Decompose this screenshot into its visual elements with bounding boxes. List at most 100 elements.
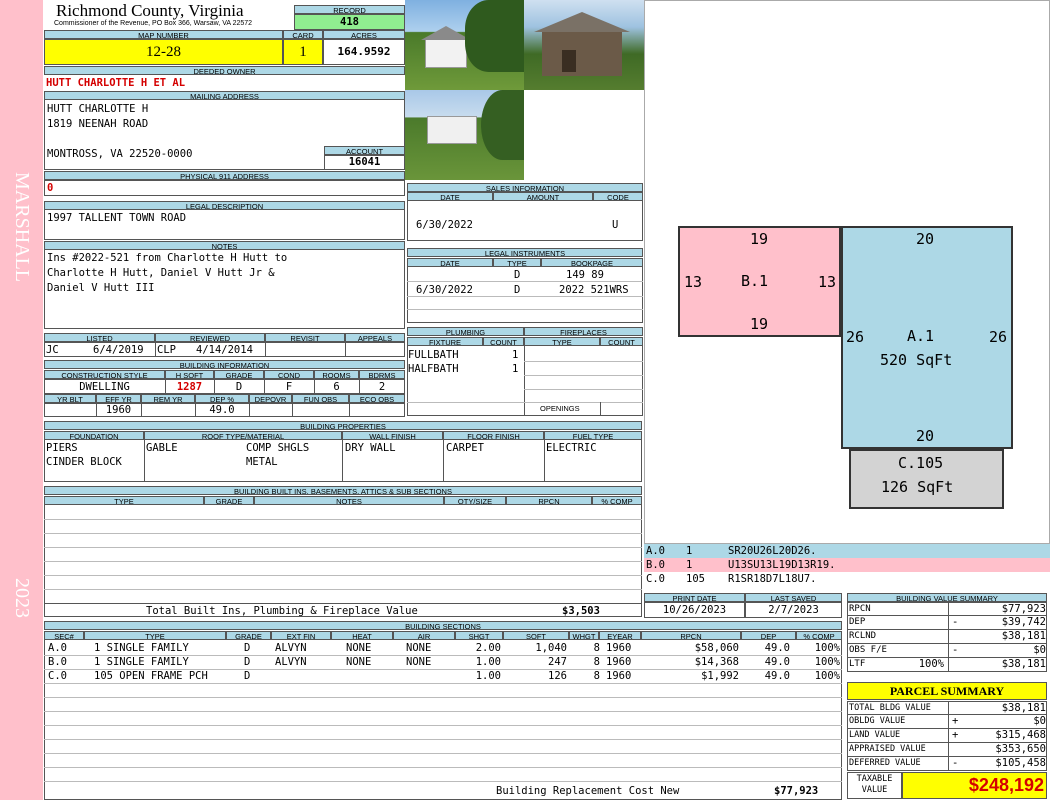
vs-value: $77,923 (1001, 603, 1046, 615)
plumb-count-header: COUNT (483, 337, 524, 346)
sketch-code-sec: B.0 (646, 559, 665, 571)
vs-value: $0 (1033, 644, 1046, 656)
builtins-total-value: $3,503 (562, 605, 600, 617)
sec-comp-header: % COMP (796, 631, 842, 640)
building-cond: F (285, 381, 293, 393)
county-title: Richmond County, Virginia (56, 1, 244, 20)
sales-date-header: DATE (407, 192, 493, 201)
parcel-label: OBLDG VALUE (849, 716, 906, 726)
last-saved-date: 2/7/2023 (745, 602, 842, 618)
instr-date-header: DATE (407, 258, 493, 267)
physical-911-header: PHYSICAL 911 ADDRESS (44, 171, 405, 180)
sketch-code-row-b: B.0 1 U13SU13L19D13R19. (644, 558, 1050, 572)
taxable-label-box: TAXABLE VALUE (847, 772, 902, 799)
sec-dep-header: DEP (741, 631, 796, 640)
roof-header: ROOF TYPE/MATERIAL (144, 431, 342, 440)
section-row: C.0 105 OPEN FRAME PCH D 1.00 126 8 1960… (44, 669, 842, 683)
parcel-row: LAND VALUE + $315,468 (847, 729, 1047, 743)
vs-value: $38,181 (1001, 658, 1046, 670)
account-header: ACCOUNT (324, 146, 405, 155)
parcel-value: $0 (1033, 715, 1046, 727)
plumb-fixture: HALFBATH (408, 363, 459, 375)
tax-year: 2023 (11, 578, 33, 618)
parcel-label: TOTAL BLDG VALUE (849, 703, 931, 713)
sec-whgt: 8 (593, 642, 600, 654)
fp-count-header: COUNT (600, 337, 643, 346)
value-summary-header: BUILDING VALUE SUMMARY (847, 593, 1047, 602)
rcn-value: $77,923 (774, 785, 819, 797)
sec-type: 1 SINGLE FAMILY (94, 642, 189, 654)
builtins-rpcn-header: RPCN (506, 496, 592, 505)
sec-header: SEC# (44, 631, 84, 640)
heated-sqft: 1287 (176, 381, 203, 393)
sketch-b-bottom: 19 (750, 315, 769, 333)
sketch-code-num: 1 (686, 559, 693, 571)
instr-book: 149 89 (566, 269, 604, 281)
taxable-value: $248,192 (902, 772, 1047, 799)
photo-blank (524, 90, 644, 180)
sec-sqft: 1,040 (535, 642, 567, 654)
instr-type-header: TYPE (493, 258, 541, 267)
listed-header: LISTED (44, 333, 155, 342)
plumb-count: 1 (512, 363, 519, 375)
sec-heat-header: HEAT (331, 631, 393, 640)
sec-type: 105 OPEN FRAME PCH (94, 670, 208, 682)
sec-id: B.0 (48, 656, 67, 668)
vs-label: RPCN (849, 604, 871, 614)
photo-house-side (405, 90, 524, 180)
mailing-line-2: 1819 NEENAH ROAD (47, 118, 149, 130)
reviewed-date: 4/14/2014 (196, 344, 253, 356)
account-number: 16041 (324, 155, 405, 170)
parcel-label: APPRAISED VALUE (849, 744, 926, 754)
foundation-header: FOUNDATION (44, 431, 144, 440)
parcel-label: LAND VALUE (849, 730, 901, 740)
legal-header: LEGAL DESCRIPTION (44, 201, 405, 210)
foundation-2: CINDER BLOCK (46, 456, 122, 468)
print-date: 10/26/2023 (644, 602, 745, 618)
reviewed-header: REVIEWED (155, 333, 265, 342)
roof-type: GABLE (146, 442, 178, 454)
sec-dep: 49.0 (764, 642, 790, 654)
deeded-owner: HUTT CHARLOTTE H ET AL (46, 77, 186, 89)
yrblt-header: YR BLT (44, 394, 96, 403)
sketch-code-sec: C.0 (646, 573, 665, 585)
sketch-code-text: R1SR18D7L18U7. (728, 573, 817, 585)
listed-by: JC (46, 344, 59, 356)
acres-value: 164.9592 (323, 39, 405, 65)
sec-eyear: 1960 (606, 642, 632, 654)
depovr-header: DEPOVR (249, 394, 292, 403)
parcel-row: DEFERRED VALUE - $105,458 (847, 757, 1047, 771)
acres-header: ACRES (323, 30, 405, 39)
bedrooms-count: 2 (378, 381, 386, 393)
sketch-code-row-a: A.0 1 SR20U26L20D26. (644, 544, 1050, 558)
builtins-total-label: Total Built Ins, Plumbing & Fireplace Va… (146, 605, 418, 617)
sketch-b-label: B.1 (741, 272, 769, 290)
construction-style-header: CONSTRUCTION STYLE (44, 370, 165, 379)
sketch-b-left: 13 (684, 273, 703, 291)
parcel-value: $315,468 (995, 729, 1046, 741)
parcel-value: $105,458 (995, 757, 1046, 769)
parcel-label: DEFERRED VALUE (849, 758, 921, 768)
sec-rpcn: $58,060 (694, 642, 739, 654)
sec-extfin-header: EXT FIN (271, 631, 331, 640)
sec-whgt-header: WHGT (569, 631, 599, 640)
builtins-type-header: TYPE (44, 496, 204, 505)
sec-rpcn: $14,368 (694, 656, 739, 668)
sales-header: SALES INFORMATION (407, 183, 643, 192)
value-summary-row: DEP - $39,742 (847, 616, 1047, 630)
sec-sqft-header: SQFT (503, 631, 569, 640)
taxable-label-1: TAXABLE (856, 774, 893, 784)
builtins-header: BUILDING BUILT INS, BASEMENTS, ATTICS & … (44, 486, 642, 495)
grade-header: GRADE (214, 370, 264, 379)
vs-value: $39,742 (1001, 616, 1046, 628)
value-summary-row: LTF 100% $38,181 (847, 658, 1047, 672)
sec-comp: 100% (814, 642, 840, 654)
sec-rpcn: $1,992 (701, 670, 739, 682)
appeals-header: APPEALS (345, 333, 405, 342)
sec-sqft: 247 (548, 656, 567, 668)
wall-finish: DRY WALL (345, 442, 396, 454)
parcel-row: TOTAL BLDG VALUE $38,181 (847, 701, 1047, 715)
sec-shgt-header: SHGT (455, 631, 503, 640)
instr-type: D (514, 269, 521, 281)
sec-air-header: AIR (393, 631, 455, 640)
